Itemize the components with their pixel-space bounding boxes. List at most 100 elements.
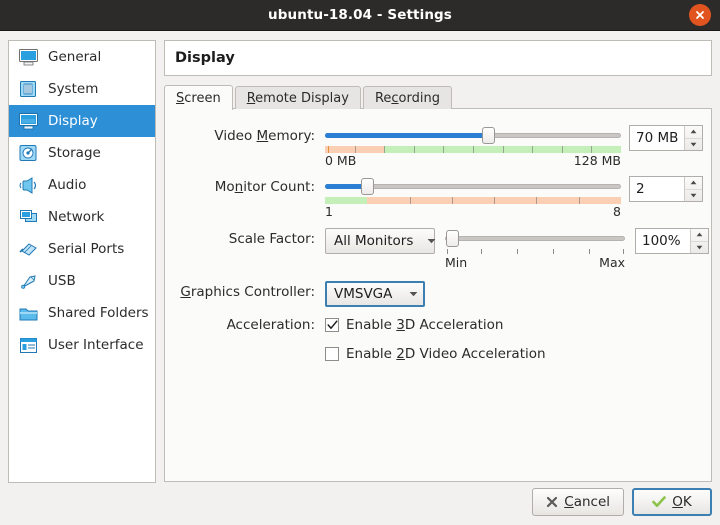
check-icon <box>652 496 667 508</box>
monitor-count-slider[interactable] <box>325 176 621 196</box>
checkbox-box[interactable] <box>325 347 339 361</box>
graphics-controller-combo[interactable]: VMSVGA <box>325 281 425 307</box>
cancel-button[interactable]: Cancel <box>532 488 624 516</box>
enable-2d-mnemonic: 2 <box>396 346 405 362</box>
ok-button-label: OK <box>672 494 692 510</box>
scale-factor-range: Min Max <box>445 256 625 270</box>
monitor-count-spinbox[interactable]: 2 <box>629 176 703 202</box>
window-icon <box>17 334 39 356</box>
ok-button[interactable]: OK <box>632 488 712 516</box>
scale-factor-combo[interactable]: All Monitors <box>325 228 436 254</box>
sidebar-item-label: Network <box>48 209 105 225</box>
monitor-count-min-label: 1 <box>325 204 333 219</box>
sidebar-item-label: System <box>48 81 99 97</box>
folder-icon <box>17 302 39 324</box>
serial-port-icon <box>17 238 39 260</box>
scale-factor-slider[interactable] <box>445 228 625 248</box>
scale-factor-value[interactable]: 100% <box>636 229 690 253</box>
color-bar-ticks <box>325 146 621 153</box>
tab-recording[interactable]: Recording <box>362 86 452 109</box>
spin-up-button[interactable] <box>685 126 702 139</box>
cancel-mnemonic: C <box>564 494 574 510</box>
sidebar-item-user-interface[interactable]: User Interface <box>9 329 155 361</box>
video-memory-range: 0 MB 128 MB <box>325 154 621 168</box>
sidebar-item-general[interactable]: General <box>9 41 155 73</box>
sidebar-item-serial-ports[interactable]: Serial Ports <box>9 233 155 265</box>
graphics-controller-combo-value: VMSVGA <box>334 286 393 302</box>
scale-factor-min-label: Min <box>445 255 468 270</box>
cross-icon <box>546 496 558 508</box>
slider-handle[interactable] <box>481 127 495 144</box>
monitor-count-row: Monitor Count: 1 8 2 <box>177 176 703 219</box>
slider-handle[interactable] <box>446 230 460 247</box>
page-header: Display <box>164 40 712 76</box>
monitor-count-range: 1 8 <box>325 205 621 219</box>
video-memory-field: 0 MB 128 MB 70 MB <box>325 125 703 168</box>
enable-3d-mnemonic: 3 <box>396 317 405 333</box>
chevron-up-icon <box>696 232 703 237</box>
chevron-down-icon <box>413 238 436 244</box>
scale-factor-row: Scale Factor: All Monitors Min Max 100% <box>177 228 709 270</box>
scale-factor-combo-value: All Monitors <box>334 233 414 249</box>
dialog-body: General System Display Storage Audio Net… <box>0 31 720 525</box>
scale-factor-spinbox[interactable]: 100% <box>635 228 709 254</box>
chevron-up-icon <box>690 129 697 134</box>
settings-category-list[interactable]: General System Display Storage Audio Net… <box>8 40 156 483</box>
spin-down-button[interactable] <box>691 242 708 254</box>
monitor-count-value[interactable]: 2 <box>630 177 684 201</box>
sidebar-item-shared-folders[interactable]: Shared Folders <box>9 297 155 329</box>
video-memory-value[interactable]: 70 MB <box>630 126 684 150</box>
sidebar-item-label: Shared Folders <box>48 305 149 321</box>
tab-screen[interactable]: Screen <box>164 85 233 110</box>
tab-remote-display-mnemonic: R <box>246 91 256 106</box>
video-memory-spinbox[interactable]: 70 MB <box>629 125 703 151</box>
video-memory-min-label: 0 MB <box>325 153 357 168</box>
slider-handle[interactable] <box>361 178 375 195</box>
monitor-count-slider-block: 1 8 <box>325 176 621 219</box>
spin-arrows <box>690 229 708 253</box>
slider-fill <box>325 133 488 138</box>
video-memory-mnemonic: M <box>256 128 269 144</box>
scale-factor-max-label: Max <box>599 255 625 270</box>
tab-remote-display[interactable]: Remote Display <box>234 86 361 109</box>
sidebar-item-label: Audio <box>48 177 87 193</box>
monitor-count-field: 1 8 2 <box>325 176 703 219</box>
ok-mnemonic: O <box>672 494 683 510</box>
spin-up-button[interactable] <box>685 177 702 190</box>
chevron-down-icon <box>690 142 697 147</box>
close-button[interactable] <box>689 4 711 26</box>
graphics-controller-mnemonic: G <box>180 284 191 300</box>
video-memory-max-label: 128 MB <box>573 153 621 168</box>
screen-settings-form: Video Memory: 0 MB 128 MB 70 MB Monitor … <box>165 109 711 365</box>
settings-window: ubuntu-18.04 - Settings General System D… <box>0 0 720 525</box>
screen-tab-panel: Video Memory: 0 MB 128 MB 70 MB Monitor … <box>164 108 712 482</box>
spin-up-button[interactable] <box>691 229 708 242</box>
sidebar-item-audio[interactable]: Audio <box>9 169 155 201</box>
spin-down-button[interactable] <box>685 139 702 151</box>
tab-recording-mnemonic: c <box>391 91 399 106</box>
sidebar-item-system[interactable]: System <box>9 73 155 105</box>
checkbox-box[interactable] <box>325 318 339 332</box>
graphics-controller-field: VMSVGA <box>325 281 699 307</box>
spin-arrows <box>684 177 702 201</box>
enable-3d-acceleration-checkbox[interactable]: Enable 3D Acceleration <box>325 314 503 336</box>
graphics-controller-row: Graphics Controller: VMSVGA <box>177 281 699 307</box>
slider-groove <box>445 236 625 241</box>
sidebar-item-label: User Interface <box>48 337 144 353</box>
spin-down-button[interactable] <box>685 190 702 202</box>
sidebar-item-label: Storage <box>48 145 101 161</box>
enable-3d-acceleration-label: Enable 3D Acceleration <box>346 317 504 333</box>
sidebar-item-network[interactable]: Network <box>9 201 155 233</box>
scale-factor-slider-block: Min Max <box>445 228 625 270</box>
sidebar-item-label: USB <box>48 273 76 289</box>
check-icon <box>326 320 338 329</box>
enable-2d-video-acceleration-checkbox[interactable]: Enable 2D Video Acceleration <box>325 343 546 365</box>
spin-arrows <box>684 126 702 150</box>
sidebar-item-display[interactable]: Display <box>9 105 155 137</box>
acceleration-field: Enable 3D Acceleration Enable 2D Video A… <box>325 314 699 365</box>
scale-factor-label: Scale Factor: <box>228 231 315 247</box>
video-memory-slider[interactable] <box>325 125 621 145</box>
sidebar-item-storage[interactable]: Storage <box>9 137 155 169</box>
chevron-down-icon <box>395 291 418 297</box>
sidebar-item-usb[interactable]: USB <box>9 265 155 297</box>
